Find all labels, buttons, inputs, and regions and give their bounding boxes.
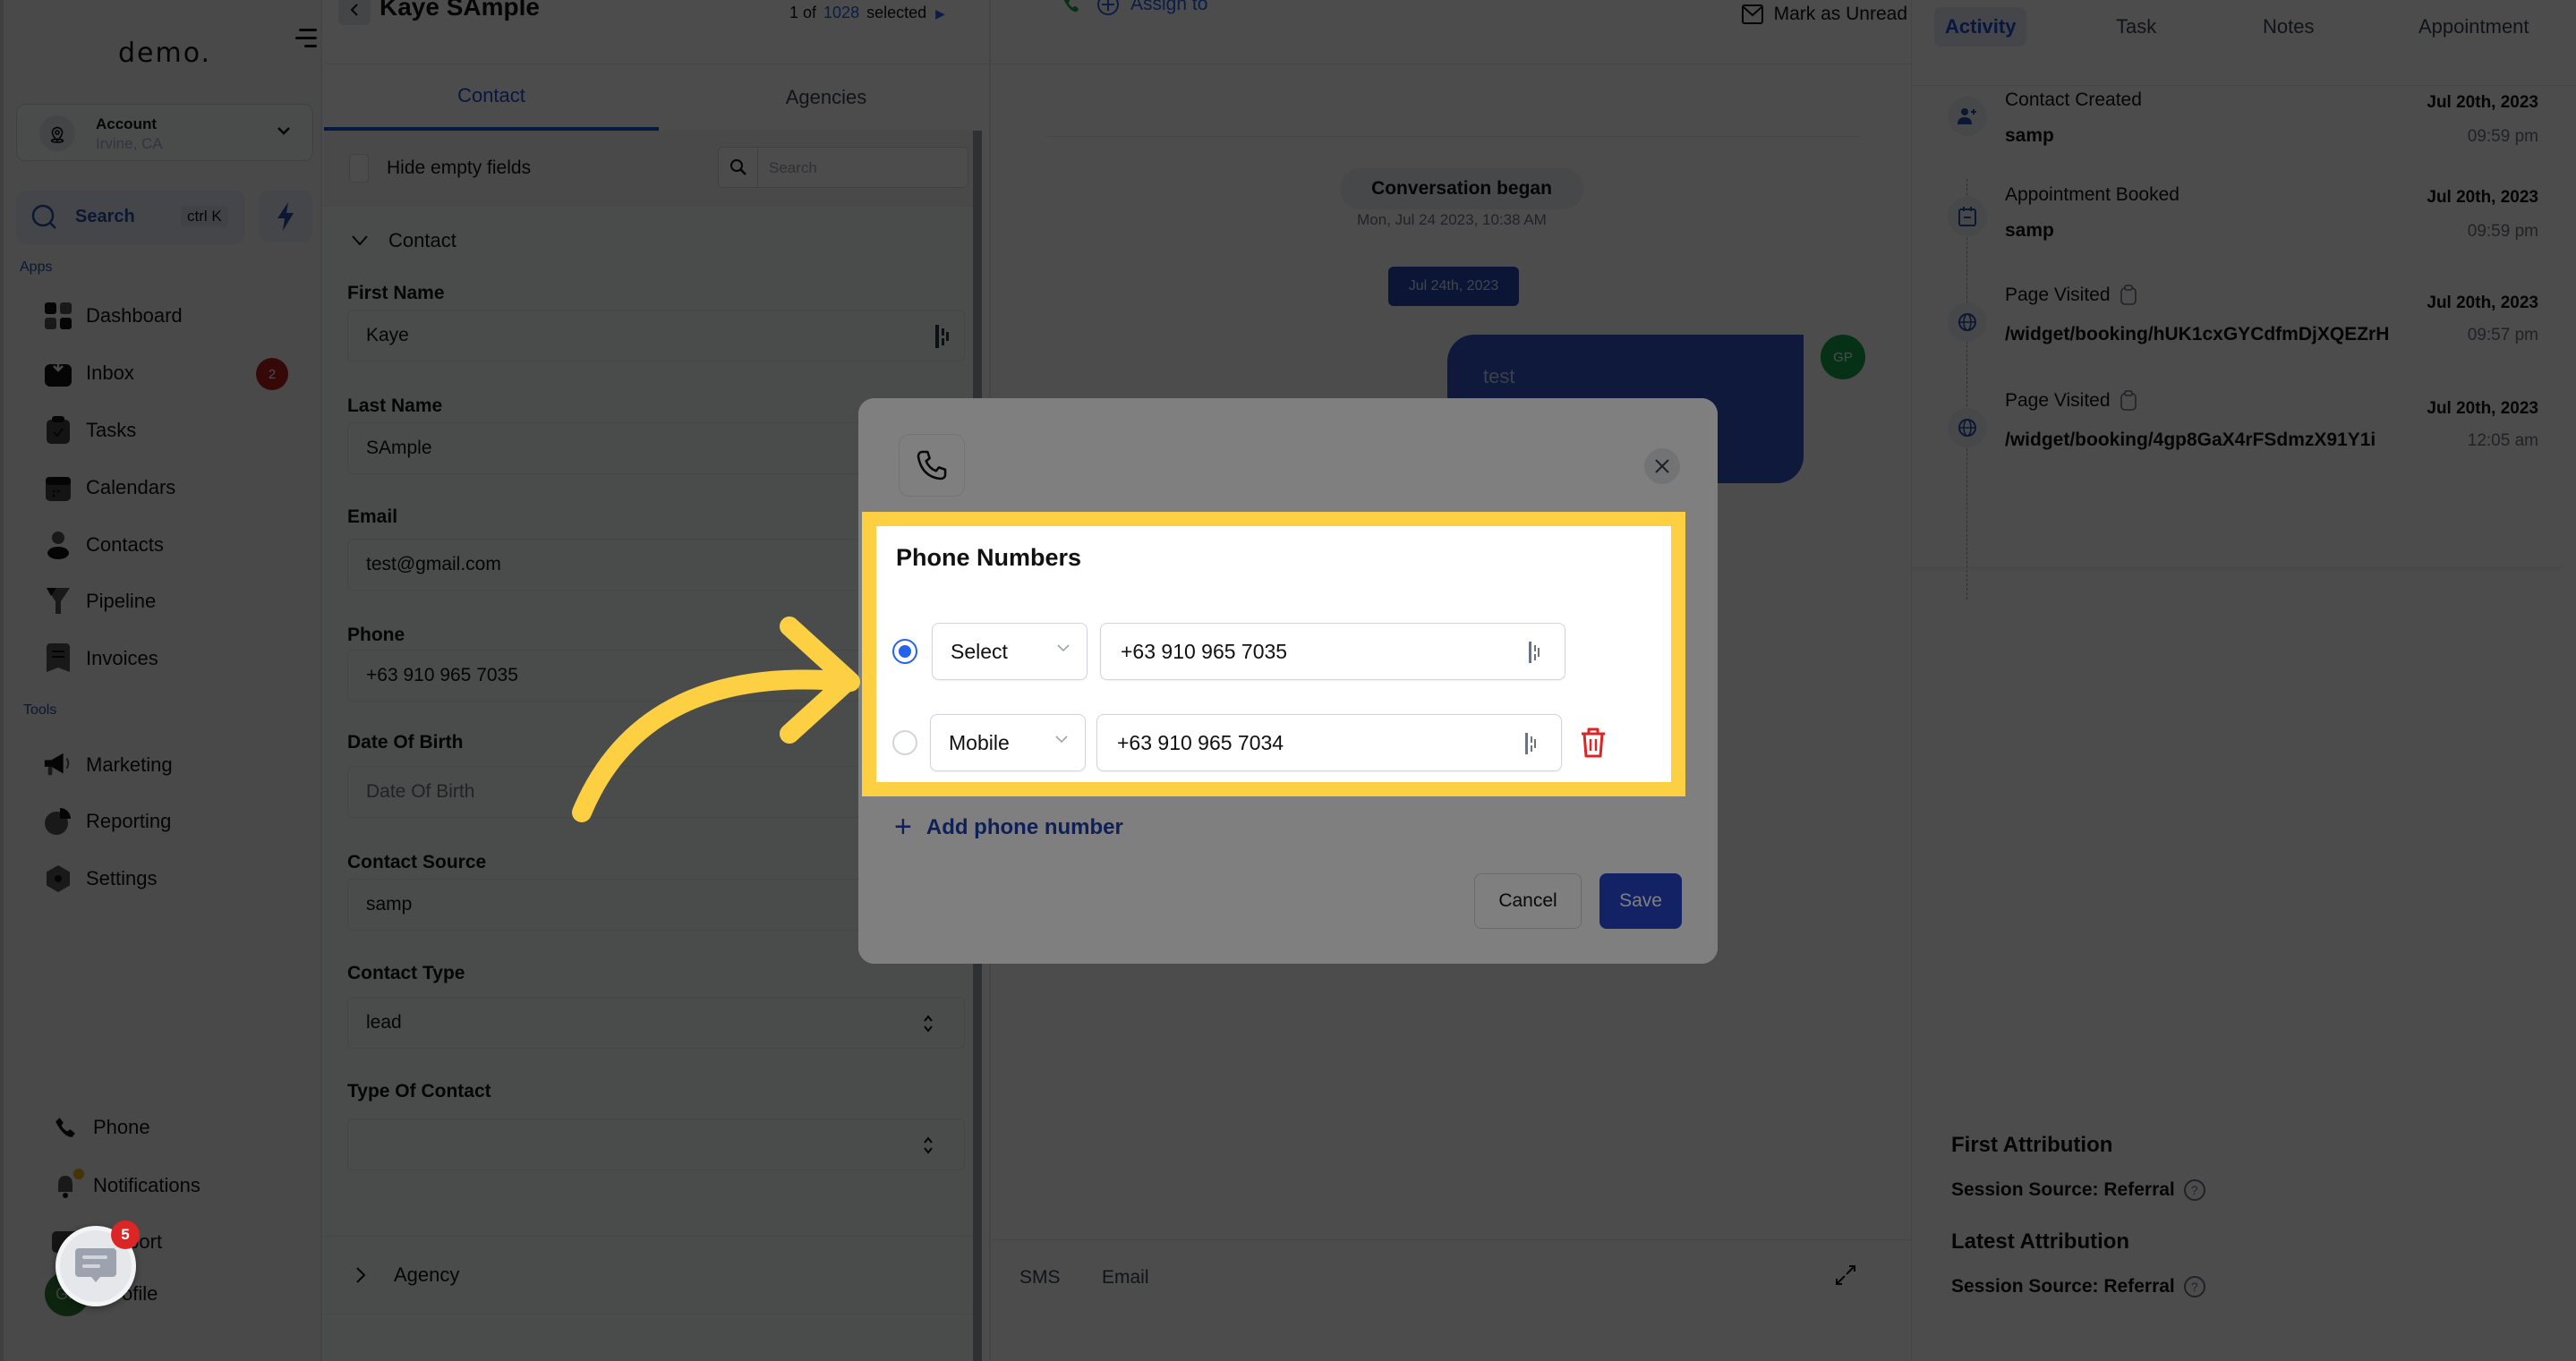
phone-icon <box>899 434 965 497</box>
save-button[interactable]: Save <box>1599 873 1682 929</box>
phone-type-value: Select <box>951 639 1008 663</box>
add-phone-number-button[interactable]: + Add phone number <box>894 810 1123 845</box>
phone-number-value: +63 910 965 7035 <box>1121 639 1288 663</box>
delete-phone-button[interactable] <box>1580 727 1607 763</box>
phone-row: Mobile +63 910 965 7034 <box>892 714 1680 771</box>
phone-row: Select +63 910 965 7035 <box>892 623 1680 680</box>
custom-value-icon[interactable] <box>1525 733 1538 760</box>
phone-number-value: +63 910 965 7034 <box>1117 730 1284 754</box>
phone-type-select[interactable]: Select <box>932 623 1088 680</box>
phone-type-value: Mobile <box>949 730 1010 754</box>
phone-number-input[interactable]: +63 910 965 7035 <box>1100 623 1565 680</box>
phone-type-select[interactable]: Mobile <box>930 714 1086 771</box>
phone-numbers-highlight: Phone Numbers Select +63 910 965 7035 Mo… <box>862 512 1685 796</box>
cancel-button[interactable]: Cancel <box>1474 873 1582 929</box>
primary-radio[interactable] <box>892 639 917 664</box>
primary-radio[interactable] <box>892 730 917 755</box>
modal-title: Phone Numbers <box>896 544 1082 571</box>
close-icon <box>1655 459 1669 473</box>
trash-icon <box>1582 727 1605 758</box>
chevron-down-icon <box>1057 644 1070 652</box>
plus-icon: + <box>894 810 912 844</box>
close-button[interactable] <box>1644 448 1680 484</box>
add-phone-label: Add phone number <box>925 814 1123 839</box>
phone-number-input[interactable]: +63 910 965 7034 <box>1096 714 1562 771</box>
app-root: demo. Account Irvine, CA Search ctrl K A… <box>0 0 2576 1361</box>
chat-widget-badge: 5 <box>111 1221 140 1249</box>
chevron-down-icon <box>1055 736 1068 744</box>
chat-bubble-icon <box>75 1248 116 1282</box>
custom-value-icon[interactable] <box>1529 642 1541 668</box>
